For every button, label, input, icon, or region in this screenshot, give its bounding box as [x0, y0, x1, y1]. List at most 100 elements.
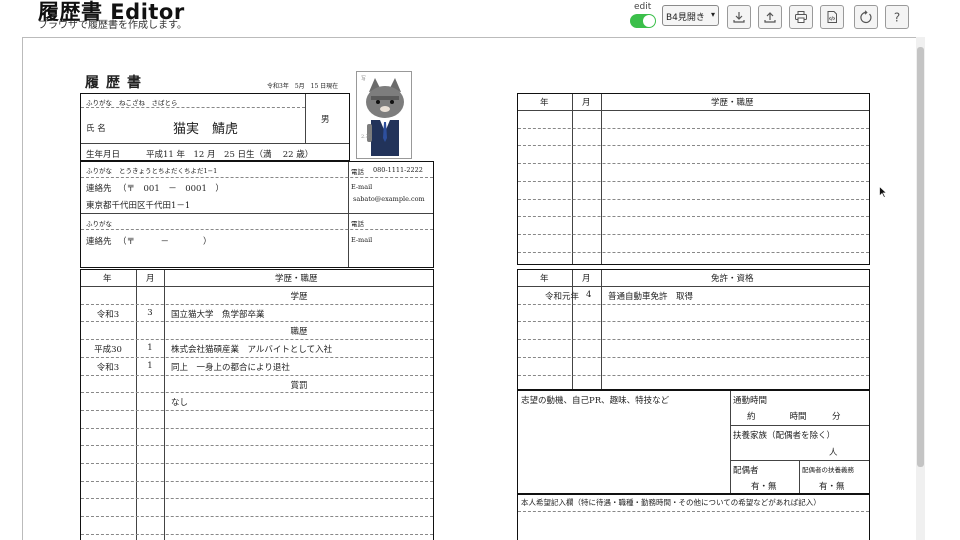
- gender-value[interactable]: 男: [321, 113, 330, 125]
- cat-avatar-image: 写 2.本: [361, 76, 404, 156]
- email1-value[interactable]: sabato@example.com: [353, 195, 425, 203]
- wishes-label[interactable]: 本人希望記入欄（特に待遇・職種・勤務時間・その他についての希望などがあれば記入）: [521, 497, 821, 508]
- license-month[interactable]: 4: [586, 290, 591, 300]
- row-line: [518, 321, 869, 323]
- name-value[interactable]: 猫実 鯖虎: [173, 118, 238, 137]
- row-line: [518, 198, 869, 200]
- dependents-label: 扶養家族（配偶者を除く）: [733, 431, 836, 441]
- birth-label: 生年月日: [86, 150, 121, 160]
- row-line: [518, 145, 869, 147]
- row-line: [518, 233, 869, 235]
- row-line: [518, 251, 869, 253]
- tel1-label: 電話: [351, 168, 364, 176]
- top-bar: 履歴書 Editor ブラウザで履歴書を作成します。 edit B4見開き ▾ …: [0, 0, 960, 37]
- row-line: [81, 356, 433, 358]
- spouse-dependency-label: 配偶者の扶養義務: [802, 466, 854, 474]
- resume-viewport[interactable]: 履歴書 令和3年 5月 15 日現在 写 2.本 ふりがな ねこざね さばとら …: [22, 37, 918, 540]
- chevron-down-icon: ▾: [710, 10, 715, 19]
- reset-button[interactable]: [854, 5, 878, 29]
- svg-text:?: ?: [894, 11, 900, 25]
- address2-furigana-label: ふりがな: [86, 220, 112, 228]
- address1-line[interactable]: 東京都千代田区千代田1－1: [86, 199, 190, 211]
- motive-label[interactable]: 志望の動機、自己PR、趣味、特技など: [521, 394, 669, 406]
- svg-text:写: 写: [361, 76, 366, 82]
- license-col-year: 年: [540, 274, 549, 284]
- email2-label: E-mail: [351, 236, 373, 244]
- license-table: [517, 269, 870, 390]
- license-year[interactable]: 令和元年: [545, 290, 579, 302]
- row-line: [518, 127, 869, 129]
- name-label: 氏 名: [86, 124, 106, 134]
- download-icon: [733, 12, 745, 23]
- download-button[interactable]: [727, 5, 751, 29]
- app-subtitle: ブラウザで履歴書を作成します。: [38, 20, 187, 31]
- address1-furigana[interactable]: とうきょうとちよだくちよだ1−1: [119, 165, 217, 175]
- html-file-icon: [827, 11, 837, 23]
- row-line: [81, 303, 433, 305]
- address2-postal[interactable]: （〒 － ）: [118, 235, 212, 247]
- left-col-history: 学歴・職歴: [275, 274, 318, 284]
- upload-button[interactable]: [758, 5, 782, 29]
- export-html-button[interactable]: [820, 5, 844, 29]
- row-line: [81, 480, 433, 482]
- mouse-cursor-icon: [879, 186, 887, 198]
- row-line: [81, 498, 433, 500]
- name-furigana[interactable]: ねこざね さばとら: [119, 97, 178, 107]
- vertical-scrollbar[interactable]: [916, 37, 925, 540]
- resume-date[interactable]: 令和3年 5月 15 日現在: [267, 81, 338, 90]
- spouse-dependency-value[interactable]: 有・無: [819, 480, 845, 492]
- contact1-label: 連絡先: [86, 184, 112, 194]
- row-line: [518, 216, 869, 218]
- tel1-value[interactable]: 080-1111-2222: [373, 166, 423, 174]
- email1-label: E-mail: [351, 183, 373, 191]
- history-text[interactable]: なし: [171, 396, 188, 408]
- birth-value[interactable]: 平成11 年 12 月 25 日生（満 22 歳）: [146, 148, 313, 160]
- spouse-value[interactable]: 有・無: [751, 480, 777, 492]
- row-line: [518, 339, 869, 341]
- commute-label: 通勤時間: [733, 396, 768, 406]
- row-line: [81, 427, 433, 429]
- resume-document: 履歴書 令和3年 5月 15 日現在 写 2.本 ふりがな ねこざね さばとら …: [23, 38, 917, 540]
- svg-text:2.本: 2.本: [361, 133, 371, 140]
- toggle-knob: [643, 15, 655, 27]
- license-text[interactable]: 普通自動車免許 取得: [608, 290, 693, 302]
- edit-toggle[interactable]: [630, 14, 656, 28]
- upload-icon: [764, 12, 776, 23]
- row-line: [81, 339, 433, 341]
- history-text[interactable]: 株式会社猫碩産業 アルバイトとして入社: [171, 343, 332, 355]
- help-icon: ?: [894, 11, 900, 25]
- paper-size-value: B4見開き: [666, 13, 705, 23]
- print-button[interactable]: [789, 5, 813, 29]
- row-line: [81, 533, 433, 535]
- print-icon: [795, 11, 807, 23]
- row-line: [518, 163, 869, 165]
- history-text[interactable]: 同上 一身上の都合により退社: [171, 361, 290, 373]
- license-col-month: 月: [582, 274, 591, 284]
- paper-size-select[interactable]: B4見開き ▾: [662, 5, 719, 26]
- address1-postal[interactable]: （〒 001 － 0001 ）: [118, 182, 224, 194]
- help-button[interactable]: ?: [885, 5, 909, 29]
- left-col-month: 月: [146, 274, 155, 284]
- right-col-history: 学歴・職歴: [711, 98, 754, 108]
- row-line: [518, 374, 869, 376]
- dependents-unit[interactable]: 人: [829, 446, 838, 458]
- row-line: [81, 445, 433, 447]
- row-line: [518, 180, 869, 182]
- commute-value[interactable]: 約 時間 分: [747, 410, 841, 422]
- history-text[interactable]: 国立猫大学 魚学部卒業: [171, 308, 265, 320]
- resume-title: 履歴書: [85, 75, 148, 91]
- row-line: [518, 286, 869, 287]
- right-history-table: [517, 93, 870, 265]
- license-col-title: 免許・資格: [711, 274, 754, 284]
- photo-area[interactable]: 写 2.本: [356, 71, 412, 159]
- row-line: [81, 374, 433, 376]
- right-col-year: 年: [540, 98, 549, 108]
- row-line: [81, 409, 433, 411]
- row-line: [81, 286, 433, 287]
- row-line: [518, 110, 869, 111]
- row-line: [81, 516, 433, 518]
- left-col-year: 年: [103, 274, 112, 284]
- address1-furigana-label: ふりがな: [86, 167, 112, 175]
- right-col-month: 月: [582, 98, 591, 108]
- scroll-thumb[interactable]: [917, 47, 924, 467]
